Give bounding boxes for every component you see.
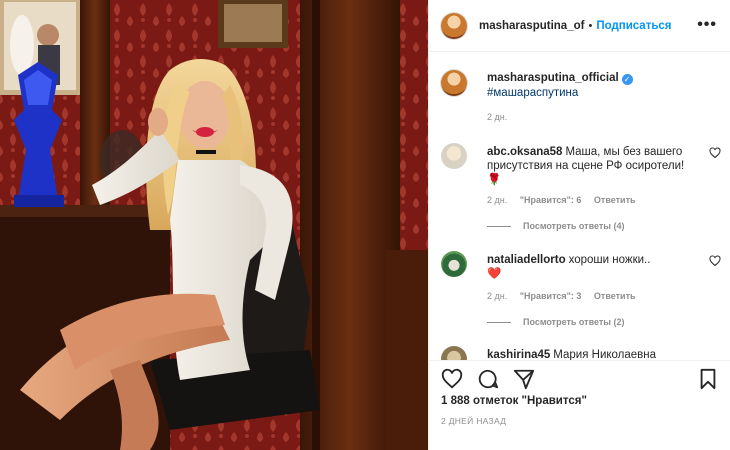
separator-dot: • (588, 19, 593, 32)
heart-icon[interactable] (441, 368, 463, 390)
post-date: 2 ДНЕЙ НАЗАД (441, 416, 507, 426)
author-username[interactable]: masharasputina_of (479, 20, 584, 32)
verified-badge-icon: ✓ (621, 74, 633, 85)
post-side-panel: masharasputina_of • Подписаться ••• mash… (428, 0, 730, 450)
view-replies-label[interactable]: Посмотреть ответы (2) (523, 317, 624, 327)
view-replies-label[interactable]: Посмотреть ответы (4) (523, 221, 624, 231)
caption-username-text[interactable]: masharasputina_official (487, 72, 619, 84)
comment-username[interactable]: nataliadellorto (487, 254, 566, 266)
comment-time: 2 дн. (487, 195, 508, 205)
comment-like-heart-icon[interactable] (709, 147, 721, 159)
comment-time: 2 дн. (487, 291, 508, 301)
comment-text: хороши ножки.. (568, 254, 651, 266)
comment-emoji: ❤️ (487, 268, 502, 280)
comment-body: abc.oksana58 Маша, мы без вашего присутст… (487, 145, 687, 187)
comment-avatar[interactable] (441, 143, 467, 169)
view-replies-button[interactable]: Посмотреть ответы (2) (487, 317, 624, 327)
view-replies-button[interactable]: Посмотреть ответы (4) (487, 221, 624, 231)
comment-likes-count[interactable]: "Нравится": 6 (520, 195, 582, 205)
comment-meta: 2 дн. "Нравится": 6 Ответить (487, 195, 646, 205)
replies-divider-line (487, 226, 511, 228)
comment-icon[interactable] (477, 368, 499, 390)
replies-divider-line (487, 322, 511, 324)
comment-body: nataliadellorto хороши ножки.. ❤️ (487, 253, 687, 281)
comment-reply-button[interactable]: Ответить (594, 291, 636, 301)
caption-timestamp: 2 дн. (487, 112, 508, 122)
comment-likes-count[interactable]: "Нравится": 3 (520, 291, 582, 301)
author-avatar[interactable] (441, 12, 467, 39)
comment-like-heart-icon[interactable] (709, 255, 721, 267)
comment-avatar[interactable] (441, 251, 467, 277)
bookmark-icon[interactable] (697, 368, 719, 390)
comment-username[interactable]: abc.oksana58 (487, 146, 562, 158)
photo-illustration (0, 0, 428, 450)
caption-hashtag[interactable]: #машараспутина (487, 87, 578, 99)
post-actions-bar: 1 888 отметок "Нравится" 2 ДНЕЙ НАЗАД (429, 360, 730, 450)
comment-reply-button[interactable]: Ответить (594, 195, 636, 205)
caption-author-name[interactable]: masharasputina_official ✓ (487, 72, 633, 85)
caption-author-avatar[interactable] (441, 70, 467, 96)
share-icon[interactable] (513, 368, 535, 390)
post-photo[interactable] (0, 0, 428, 450)
more-options-icon[interactable]: ••• (697, 16, 717, 34)
follow-button[interactable]: Подписаться (596, 20, 671, 32)
comment-meta: 2 дн. "Нравится": 3 Ответить (487, 291, 646, 301)
post-likes-count[interactable]: 1 888 отметок "Нравится" (441, 395, 587, 407)
post-header: masharasputina_of • Подписаться ••• (429, 0, 730, 52)
